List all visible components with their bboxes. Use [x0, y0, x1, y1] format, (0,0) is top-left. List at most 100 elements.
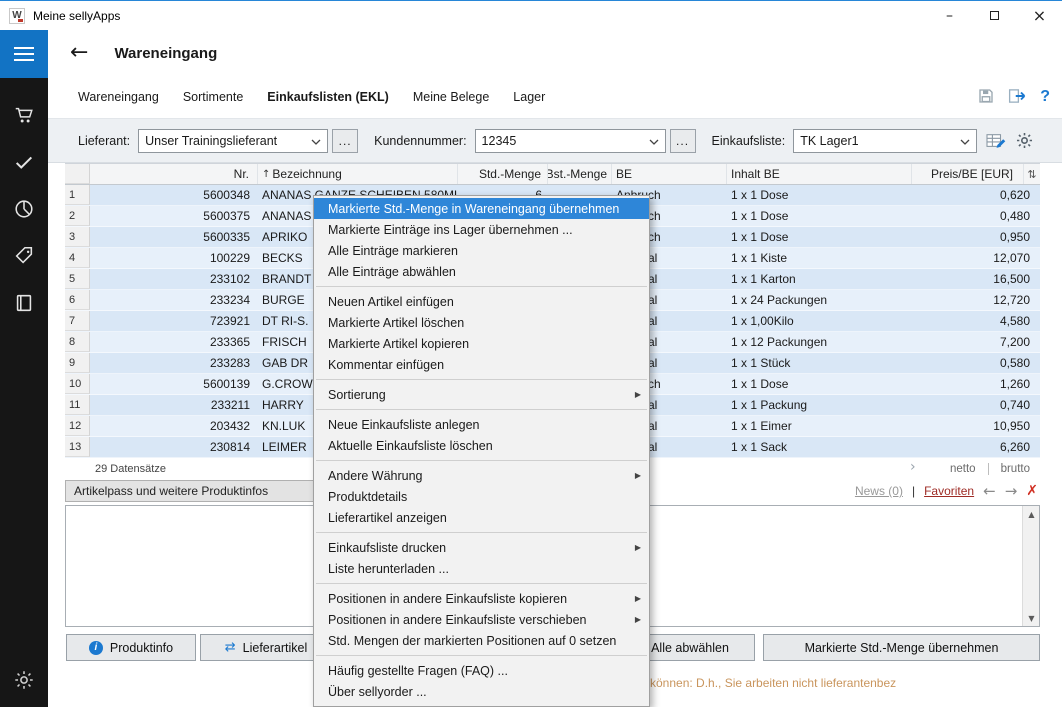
close-panel-icon[interactable]: ✗ — [1026, 483, 1038, 499]
cell-preis: 0,580 — [912, 356, 1040, 370]
menu-item[interactable]: Häufig gestellte Fragen (FAQ) ... — [314, 660, 649, 681]
col-preis[interactable]: Preis/BE [EUR] — [912, 164, 1024, 184]
pie-chart-icon[interactable] — [13, 198, 35, 220]
scroll-up-icon[interactable]: ▲ — [1023, 506, 1040, 522]
col-bst-menge[interactable]: Bst.-Menge — [548, 164, 612, 184]
menu-item[interactable]: Lieferartikel anzeigen — [314, 507, 649, 528]
catalog-icon[interactable] — [13, 292, 35, 314]
edit-list-icon[interactable] — [985, 132, 1007, 150]
row-number: 6 — [65, 290, 90, 310]
cell-preis: 6,260 — [912, 440, 1040, 454]
hamburger-menu-button[interactable] — [0, 30, 48, 78]
netto-brutto-divider — [988, 463, 989, 475]
tab-meine-belege[interactable]: Meine Belege — [413, 90, 489, 104]
chevron-down-icon — [960, 134, 970, 148]
record-count: 29 Datensätze — [95, 463, 166, 475]
menu-item[interactable]: Positionen in andere Einkaufsliste versc… — [314, 609, 649, 630]
save-icon[interactable] — [977, 87, 995, 108]
submenu-arrow-icon: ▶ — [635, 594, 641, 603]
lieferant-select[interactable]: Unser Trainingslieferant — [138, 129, 328, 153]
menu-item[interactable]: Sortierung▶ — [314, 384, 649, 405]
col-nr[interactable]: Nr. — [90, 164, 258, 184]
menu-item[interactable]: Markierte Std.-Menge in Wareneingang übe… — [314, 198, 649, 219]
menu-item-label: Positionen in andere Einkaufsliste kopie… — [328, 592, 567, 606]
col-bezeichnung[interactable]: ↑ Bezeichnung — [258, 164, 458, 184]
news-link[interactable]: News (0) — [855, 484, 903, 498]
close-button[interactable]: × — [1017, 1, 1062, 30]
menu-item-label: Positionen in andere Einkaufsliste versc… — [328, 613, 587, 627]
artikelpass-header[interactable]: Artikelpass und weitere Produktinfos — [65, 480, 315, 502]
cell-preis: 12,720 — [912, 293, 1040, 307]
menu-item[interactable]: Markierte Artikel löschen — [314, 312, 649, 333]
netto-toggle[interactable]: netto — [950, 463, 976, 475]
kundennummer-select[interactable]: 12345 — [475, 129, 666, 153]
menu-item-label: Markierte Artikel löschen — [328, 316, 464, 330]
tab-wareneingang[interactable]: Wareneingang — [78, 90, 159, 104]
settings-gear-icon[interactable] — [13, 669, 35, 691]
cell-preis: 1,260 — [912, 377, 1040, 391]
back-button[interactable]: ← — [70, 42, 88, 64]
menu-separator — [316, 655, 647, 656]
minimize-button[interactable]: – — [927, 1, 972, 30]
menu-item[interactable]: Aktuelle Einkaufsliste löschen — [314, 435, 649, 456]
uebernehmen-button[interactable]: Markierte Std.-Menge übernehmen — [763, 634, 1040, 661]
price-tag-icon[interactable] — [13, 245, 35, 267]
cell-preis: 0,620 — [912, 188, 1040, 202]
menu-item[interactable]: Alle Einträge abwählen — [314, 261, 649, 282]
tab-lager[interactable]: Lager — [513, 90, 545, 104]
menu-item-label: Markierte Einträge ins Lager übernehmen … — [328, 223, 573, 237]
col-std-menge[interactable]: Std.-Menge — [458, 164, 548, 184]
col-be[interactable]: BE — [612, 164, 727, 184]
help-icon[interactable]: ? — [1040, 88, 1050, 106]
scroll-down-icon[interactable]: ▼ — [1023, 610, 1040, 626]
kundennummer-more-button[interactable]: ... — [670, 129, 696, 153]
tab-sortimente[interactable]: Sortimente — [183, 90, 243, 104]
menu-item[interactable]: Std. Mengen der markierten Positionen au… — [314, 630, 649, 651]
menu-separator — [316, 379, 647, 380]
lieferant-more-button[interactable]: ... — [332, 129, 358, 153]
row-number: 4 — [65, 248, 90, 268]
scroll-right-icon[interactable]: › — [910, 459, 916, 475]
cart-icon[interactable] — [13, 104, 35, 126]
check-icon[interactable] — [13, 151, 35, 173]
list-settings-gear-icon[interactable] — [1015, 131, 1034, 150]
menu-item[interactable]: Markierte Artikel kopieren — [314, 333, 649, 354]
menu-item[interactable]: Neuen Artikel einfügen — [314, 291, 649, 312]
menu-item[interactable]: Einkaufsliste drucken▶ — [314, 537, 649, 558]
cell-nr: 5600375 — [90, 209, 258, 223]
menu-item[interactable]: Andere Währung▶ — [314, 465, 649, 486]
menu-item[interactable]: Produktdetails — [314, 486, 649, 507]
cell-nr: 100229 — [90, 251, 258, 265]
favoriten-link[interactable]: Favoriten — [924, 484, 974, 498]
brutto-toggle[interactable]: brutto — [1001, 463, 1030, 475]
einkaufsliste-select[interactable]: TK Lager1 — [793, 129, 977, 153]
tab-einkaufslisten-ekl-[interactable]: Einkaufslisten (EKL) — [267, 90, 389, 104]
cell-inhalt-be: 1 x 1 Kiste — [727, 251, 912, 265]
vertical-scrollbar[interactable]: ▲ ▼ — [1022, 506, 1039, 626]
menu-item[interactable]: Alle Einträge markieren — [314, 240, 649, 261]
maximize-button[interactable] — [972, 1, 1017, 30]
menu-item[interactable]: Kommentar einfügen — [314, 354, 649, 375]
cell-nr: 233234 — [90, 293, 258, 307]
col-inhalt-be[interactable]: Inhalt BE — [727, 164, 912, 184]
menu-item-label: Markierte Std.-Menge in Wareneingang übe… — [328, 202, 619, 216]
menu-item[interactable]: Markierte Einträge ins Lager übernehmen … — [314, 219, 649, 240]
info-icon: i — [89, 641, 103, 655]
cell-nr: 723921 — [90, 314, 258, 328]
menu-item[interactable]: Über sellyorder ... — [314, 681, 649, 702]
menu-item[interactable]: Neue Einkaufsliste anlegen — [314, 414, 649, 435]
forward-export-icon[interactable] — [1007, 87, 1028, 108]
prev-arrow-icon[interactable]: ← — [983, 482, 996, 500]
sidebar — [0, 30, 48, 707]
sort-both-icon[interactable]: ⇅ — [1024, 164, 1040, 184]
cell-preis: 16,500 — [912, 272, 1040, 286]
menu-item[interactable]: Positionen in andere Einkaufsliste kopie… — [314, 588, 649, 609]
produktinfo-button[interactable]: i Produktinfo — [66, 634, 196, 661]
next-arrow-icon[interactable]: → — [1005, 482, 1018, 500]
row-number: 10 — [65, 374, 90, 394]
menu-item-label: Std. Mengen der markierten Positionen au… — [328, 634, 616, 648]
cell-nr: 5600335 — [90, 230, 258, 244]
menu-item-label: Neue Einkaufsliste anlegen — [328, 418, 480, 432]
row-number: 9 — [65, 353, 90, 373]
menu-item[interactable]: Liste herunterladen ... — [314, 558, 649, 579]
